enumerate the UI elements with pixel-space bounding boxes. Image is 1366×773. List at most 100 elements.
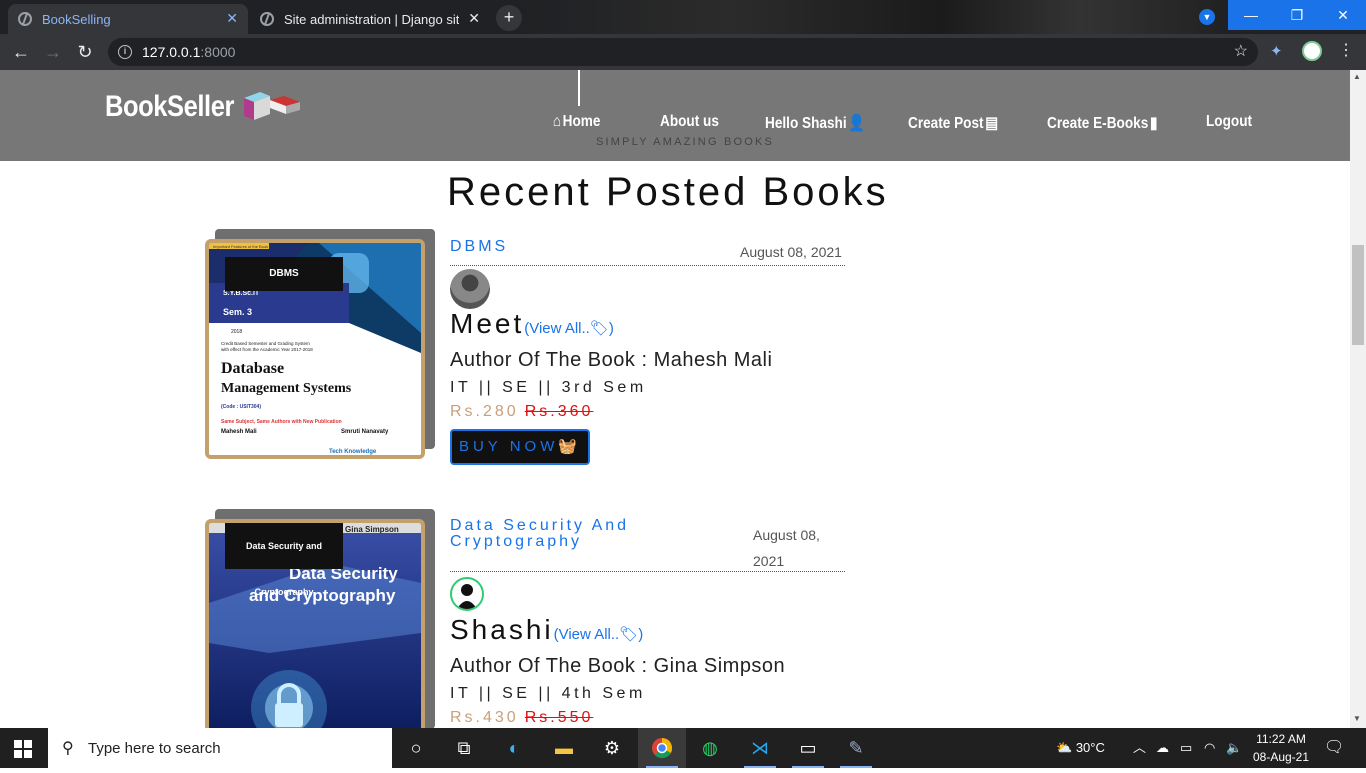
chrome-icon[interactable] xyxy=(638,728,686,768)
windows-start-icon[interactable] xyxy=(14,740,32,758)
book-category[interactable]: Data Security And Cryptography xyxy=(450,518,670,550)
url-host: 127.0.0.1 xyxy=(142,44,201,60)
restore-button[interactable]: ❐ xyxy=(1274,0,1320,30)
scrollbar-thumb[interactable] xyxy=(1352,245,1364,345)
nav-create-ebooks[interactable]: Create E-Books ▮ xyxy=(1047,113,1159,133)
vscode-icon[interactable]: ⋊ xyxy=(736,728,784,768)
close-window-button[interactable]: ✕ xyxy=(1320,0,1366,30)
tags-icon: 🏷 xyxy=(619,626,639,643)
extensions-puzzle-icon[interactable]: ✦ xyxy=(1270,42,1283,60)
chrome-logo-icon xyxy=(652,738,673,759)
url-text: 127.0.0.1:8000 xyxy=(142,44,235,60)
file-explorer-icon[interactable]: ▬ xyxy=(540,728,588,768)
price-new: Rs.430 xyxy=(450,709,519,726)
cover-title-2: Management Systems xyxy=(221,381,352,396)
weather-cloud-icon: ⛅ xyxy=(1056,740,1073,755)
close-tab-icon[interactable]: ✕ xyxy=(226,10,238,27)
paint-app-icon[interactable]: ✎ xyxy=(832,728,880,768)
cover-category-tag: DBMS xyxy=(225,257,343,291)
cover-syllabus: Credit Based Semester and Grading System xyxy=(221,341,310,346)
tray-chevron-icon[interactable]: ︿ xyxy=(1133,728,1146,768)
download-icon[interactable]: ▼ xyxy=(1199,9,1215,25)
cover-syllabus2: with effect from the Academic Year 2017-… xyxy=(221,347,313,352)
buy-now-button[interactable]: BUY NOW🧺 xyxy=(450,429,590,465)
profile-avatar[interactable] xyxy=(1302,41,1322,61)
tab-title: BookSelling xyxy=(42,11,111,27)
settings-gear-icon[interactable]: ⚙ xyxy=(588,728,636,768)
weather-widget[interactable]: ⛅ 30°C xyxy=(1056,728,1105,768)
header-divider-line xyxy=(578,70,580,106)
edge-browser-icon[interactable]: ◐ xyxy=(490,728,538,768)
tab-django-admin[interactable]: Site administration | Django site ✕ xyxy=(250,4,490,34)
cover-sem: Sem. 3 xyxy=(223,307,252,317)
nav-about-label: About us xyxy=(660,113,719,130)
back-arrow-icon[interactable]: ← xyxy=(10,41,32,63)
poster-name: Meet(View All..🏷) xyxy=(450,308,614,340)
task-view-icon[interactable]: ⧉ xyxy=(440,728,488,768)
page-title: Recent Posted Books xyxy=(447,170,889,214)
book-card: S.Y.B.Sc.IT Sem. 3 Important Features of… xyxy=(205,229,845,469)
card-divider xyxy=(450,571,845,572)
nav-create-ebooks-label: Create E-Books xyxy=(1047,115,1149,132)
nav-about-us[interactable]: About us xyxy=(660,113,719,131)
nav-hello-user[interactable]: Hello Shashi 👤 xyxy=(765,113,867,133)
person-silhouette-icon xyxy=(457,584,477,609)
new-tab-button[interactable]: + xyxy=(496,5,522,31)
book-price: Rs.430 Rs.550 xyxy=(450,709,593,727)
poster-avatar[interactable] xyxy=(450,269,490,309)
file-icon: ▮ xyxy=(1149,115,1158,132)
volume-icon[interactable]: 🔈 xyxy=(1226,728,1242,768)
price-new: Rs.280 xyxy=(450,403,519,420)
books-logo-icon xyxy=(244,92,300,120)
nav-home[interactable]: ⌂ Home xyxy=(551,113,601,131)
whatsapp-icon[interactable]: ◍ xyxy=(686,728,734,768)
notification-icon[interactable]: 🗨 xyxy=(1324,728,1344,768)
minimize-button[interactable]: — xyxy=(1228,0,1274,30)
globe-icon xyxy=(260,12,274,26)
post-icon: ▤ xyxy=(985,115,999,132)
nav-create-post[interactable]: Create Post ▤ xyxy=(908,113,1000,133)
basket-icon: 🧺 xyxy=(558,438,582,455)
view-all-link[interactable]: (View All..🏷) xyxy=(524,320,614,337)
onedrive-cloud-icon[interactable]: ☁ xyxy=(1156,728,1169,768)
battery-icon[interactable]: ▭ xyxy=(1180,728,1192,768)
nav-home-label: Home xyxy=(562,113,601,130)
view-all-link[interactable]: (View All..🏷) xyxy=(554,626,644,643)
poster-avatar[interactable] xyxy=(450,577,484,611)
cover-publisher: Tech Knowledge xyxy=(329,449,377,455)
reload-icon[interactable]: ↻ xyxy=(74,41,96,63)
taskbar-search-box[interactable]: ⚲ Type here to search xyxy=(48,728,392,768)
browser-tab-bar: BookSelling ✕ Site administration | Djan… xyxy=(0,0,1366,34)
poster-name: Shashi(View All..🏷) xyxy=(450,614,643,646)
book-category[interactable]: DBMS xyxy=(450,238,508,256)
user-icon: 👤 xyxy=(848,115,866,132)
terminal-icon[interactable]: ▭ xyxy=(784,728,832,768)
search-placeholder: Type here to search xyxy=(88,740,221,757)
view-all-text: (View All.. xyxy=(553,626,620,643)
wifi-icon[interactable]: ◠ xyxy=(1204,728,1215,768)
scroll-up-arrow-icon[interactable]: ▲ xyxy=(1353,72,1361,81)
cortana-icon[interactable]: ○ xyxy=(392,728,440,768)
book-cover-image[interactable]: S.Y.B.Sc.IT Sem. 3 Important Features of… xyxy=(205,239,425,459)
forward-arrow-icon[interactable]: → xyxy=(42,41,64,63)
book-author-line: Author Of The Book : Gina Simpson xyxy=(450,655,786,677)
scroll-down-arrow-icon[interactable]: ▼ xyxy=(1353,714,1361,723)
bookmark-star-icon[interactable]: ☆ xyxy=(1234,41,1248,61)
close-tab-icon[interactable]: ✕ xyxy=(468,10,480,27)
book-sub-info: IT || SE || 4th Sem xyxy=(450,685,646,702)
poster-name-text: Meet xyxy=(450,308,525,339)
buy-now-label: BUY NOW xyxy=(458,438,559,455)
browser-menu-icon[interactable]: ⋮ xyxy=(1338,40,1354,60)
tab-bookselling[interactable]: BookSelling ✕ xyxy=(8,4,248,34)
page-scrollbar[interactable] xyxy=(1350,70,1366,728)
globe-icon xyxy=(18,12,32,26)
book-sub-info: IT || SE || 3rd Sem xyxy=(450,379,647,396)
book-cover-image[interactable]: Gina Simpson Data Security and Cryptogra… xyxy=(205,519,425,749)
address-bar[interactable]: i 127.0.0.1:8000 ☆ xyxy=(108,38,1258,66)
cover-category-tag: Data Security and Cryptography xyxy=(225,523,343,597)
cover-top-author: Gina Simpson xyxy=(345,525,399,534)
brand-logo-text[interactable]: BookSeller xyxy=(105,90,234,124)
info-icon[interactable]: i xyxy=(118,45,132,59)
taskbar-clock[interactable]: 11:22 AM 08-Aug-21 xyxy=(1250,730,1312,766)
nav-logout[interactable]: Logout xyxy=(1206,113,1252,131)
